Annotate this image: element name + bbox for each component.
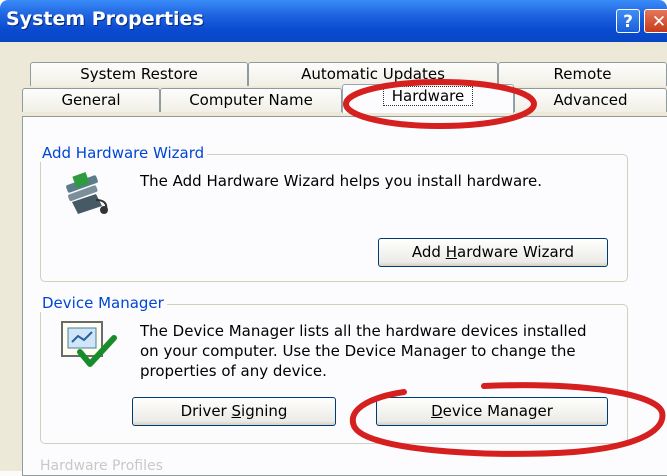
tab-advanced[interactable]: Advanced — [514, 88, 667, 112]
tab-label: Remote — [553, 65, 612, 83]
accelerator-key: S — [231, 402, 242, 420]
hardware-profiles-legend: Hardware Profiles — [40, 458, 163, 474]
tab-label: Advanced — [553, 91, 628, 109]
tab-computer-name[interactable]: Computer Name — [160, 88, 342, 112]
device-manager-description-line-3: properties of any device. — [140, 362, 327, 380]
tab-system-restore[interactable]: System Restore — [30, 62, 248, 86]
button-text: Add — [411, 243, 446, 261]
tab-label: Hardware — [382, 86, 474, 106]
device-manager-icon — [61, 321, 117, 367]
accelerator-key: H — [445, 243, 457, 261]
add-hardware-legend: Add Hardware Wizard — [39, 144, 208, 162]
add-hardware-wizard-button[interactable]: Add Hardware Wizard — [378, 238, 608, 267]
tab-label: General — [61, 91, 121, 109]
tab-automatic-updates[interactable]: Automatic Updates — [248, 62, 498, 86]
title-bar[interactable]: System Properties ? ✕ — [0, 0, 667, 42]
button-text: Driver — [180, 402, 232, 420]
driver-signing-button[interactable]: Driver Signing — [132, 397, 336, 426]
tab-label: Computer Name — [189, 91, 313, 109]
tab-label: System Restore — [80, 65, 198, 83]
help-button[interactable]: ? — [616, 9, 640, 33]
tab-label: Automatic Updates — [301, 65, 445, 83]
tab-remote[interactable]: Remote — [498, 62, 667, 86]
button-text: igning — [241, 402, 288, 420]
button-text: evice Manager — [442, 402, 553, 420]
add-hardware-description: The Add Hardware Wizard helps you instal… — [140, 172, 543, 190]
hardware-wizard-icon — [66, 171, 108, 214]
button-text: ardware Wizard — [457, 243, 575, 261]
accelerator-key: D — [431, 402, 443, 420]
close-button[interactable]: ✕ — [644, 9, 667, 33]
tab-general[interactable]: General — [22, 88, 160, 112]
device-manager-description-line-1: The Device Manager lists all the hardwar… — [140, 322, 587, 340]
device-manager-button[interactable]: Device Manager — [376, 397, 608, 426]
window-title: System Properties — [6, 8, 204, 30]
device-manager-legend: Device Manager — [39, 294, 167, 312]
device-manager-description-line-2: on your computer. Use the Device Manager… — [140, 342, 576, 360]
tab-hardware[interactable]: Hardware — [342, 84, 514, 113]
